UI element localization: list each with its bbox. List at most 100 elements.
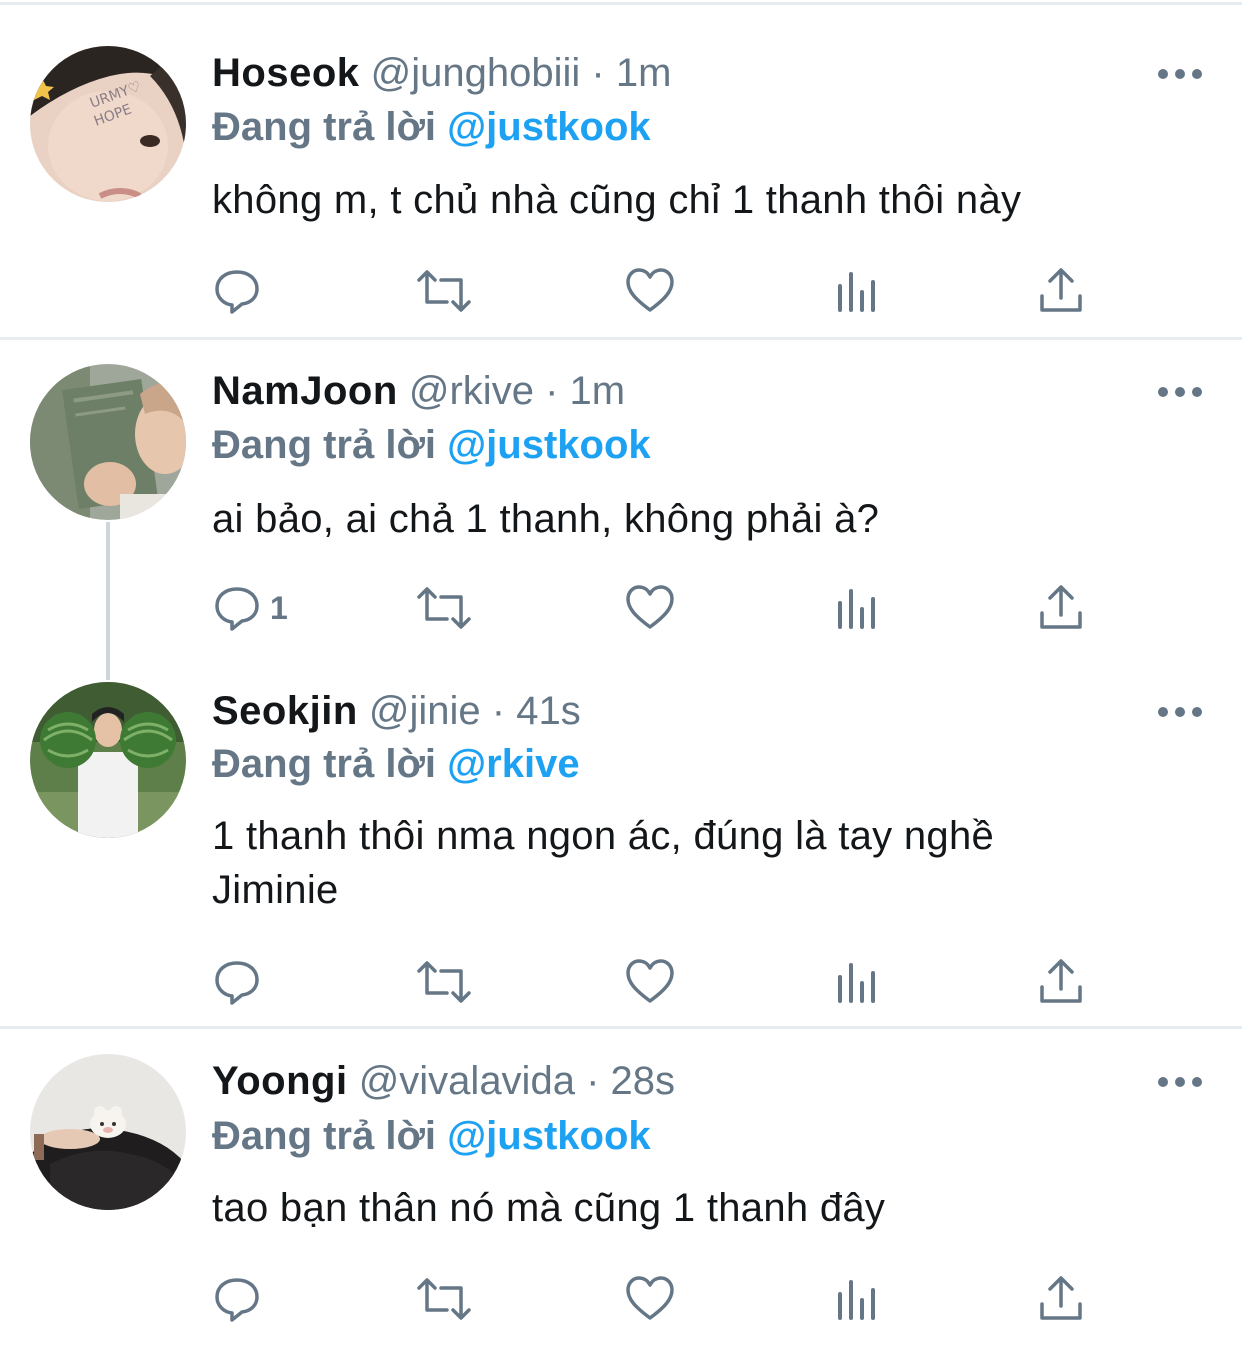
avatar-namjoon[interactable] xyxy=(30,364,186,520)
analytics-button[interactable] xyxy=(832,1274,882,1324)
like-icon xyxy=(626,268,674,312)
user-handle[interactable]: @vivalavida xyxy=(359,1059,575,1103)
analytics-button[interactable] xyxy=(832,266,882,316)
avatar-yoongi-image xyxy=(30,1054,186,1210)
replying-to-label: Đang trả lời xyxy=(212,1114,437,1158)
tweet-header: Yoongi @vivalavida · 28s xyxy=(212,1056,675,1106)
retweet-icon xyxy=(417,587,471,629)
reply-button[interactable] xyxy=(212,957,270,1007)
replying-to-handle[interactable]: @justkook xyxy=(447,423,650,467)
replying-to-label: Đang trả lời xyxy=(212,423,437,467)
like-icon xyxy=(626,585,674,629)
like-icon xyxy=(626,959,674,1003)
timestamp[interactable]: 1m xyxy=(616,51,672,95)
timestamp[interactable]: 28s xyxy=(611,1059,676,1103)
tweet-seokjin[interactable]: Seokjin @jinie · 41s Đang trả lời @rkive… xyxy=(0,680,1242,1026)
reply-icon xyxy=(215,1278,259,1322)
share-button[interactable] xyxy=(1036,957,1086,1007)
separator-dot: · xyxy=(591,51,605,95)
replying-to: Đang trả lời @justkook xyxy=(212,1111,651,1161)
replying-to-label: Đang trả lời xyxy=(212,742,437,786)
tweet-yoongi[interactable]: Yoongi @vivalavida · 28s Đang trả lời @j… xyxy=(0,1029,1242,1346)
share-icon xyxy=(1040,959,1082,1003)
separator-dot: · xyxy=(545,369,559,413)
display-name[interactable]: NamJoon xyxy=(212,369,398,413)
replying-to-handle[interactable]: @justkook xyxy=(447,1114,650,1158)
user-handle[interactable]: @jinie xyxy=(369,689,481,733)
more-icon[interactable] xyxy=(1158,385,1202,399)
retweet-button[interactable] xyxy=(415,1274,473,1324)
replying-to-label: Đang trả lời xyxy=(212,105,437,149)
tweet-namjoon[interactable]: NamJoon @rkive · 1m Đang trả lời @justko… xyxy=(0,340,1242,680)
analytics-icon xyxy=(838,963,875,1003)
timestamp[interactable]: 41s xyxy=(516,689,581,733)
reply-count: 1 xyxy=(270,589,288,626)
action-bar xyxy=(0,266,1242,316)
like-button[interactable] xyxy=(625,266,675,316)
retweet-icon xyxy=(417,270,471,312)
reply-icon xyxy=(215,587,259,631)
reply-button[interactable]: 1 xyxy=(212,583,288,633)
replying-to: Đang trả lời @justkook xyxy=(212,420,651,470)
analytics-icon xyxy=(838,589,875,629)
avatar-seokjin[interactable] xyxy=(30,682,186,838)
replying-to-handle[interactable]: @justkook xyxy=(447,105,650,149)
avatar-seokjin-image xyxy=(30,682,186,838)
tweet-header: Hoseok @junghobiii · 1m xyxy=(212,48,671,98)
retweet-icon xyxy=(417,1278,471,1320)
tweet-text-line: ai bảo, ai chả 1 thanh, không phải à? xyxy=(212,497,880,541)
like-button[interactable] xyxy=(625,583,675,633)
reply-icon xyxy=(215,961,259,1005)
share-button[interactable] xyxy=(1036,1274,1086,1324)
action-bar: 1 xyxy=(0,583,1242,633)
action-bar xyxy=(0,957,1242,1007)
avatar-namjoon-image xyxy=(30,364,186,520)
tweet-text-line: Jiminie xyxy=(212,868,339,912)
tweet-hoseok[interactable]: URMY♡ HOPE Hoseok @junghobiii · 1m Đang … xyxy=(0,0,1242,338)
user-handle[interactable]: @rkive xyxy=(409,369,534,413)
separator-dot: · xyxy=(491,689,506,733)
analytics-icon xyxy=(838,272,875,312)
tweet-text-line: tao bạn thân nó mà cũng 1 thanh đây xyxy=(212,1186,886,1230)
retweet-button[interactable] xyxy=(415,957,473,1007)
tweet-text-line: 1 thanh thôi nma ngon ác, đúng là tay ng… xyxy=(212,814,995,858)
retweet-button[interactable] xyxy=(415,583,473,633)
share-icon xyxy=(1040,268,1082,312)
retweet-icon xyxy=(417,961,471,1003)
tweet-text: tao bạn thân nó mà cũng 1 thanh đây xyxy=(212,1181,1172,1235)
replying-to: Đang trả lời @justkook xyxy=(212,102,651,152)
share-icon xyxy=(1040,1276,1082,1320)
tweet-text-line: không m, t chủ nhà cũng chỉ 1 thanh thôi… xyxy=(212,178,1022,222)
like-icon xyxy=(626,1276,674,1320)
display-name[interactable]: Yoongi xyxy=(212,1059,348,1103)
share-button[interactable] xyxy=(1036,266,1086,316)
replying-to-handle[interactable]: @rkive xyxy=(447,742,579,786)
analytics-button[interactable] xyxy=(832,957,882,1007)
tweet-text: ai bảo, ai chả 1 thanh, không phải à? xyxy=(212,492,1172,546)
avatar-hoseok-image: URMY♡ HOPE xyxy=(30,46,186,202)
tweet-header: Seokjin @jinie · 41s xyxy=(212,686,581,736)
reply-button[interactable] xyxy=(212,1274,270,1324)
analytics-button[interactable] xyxy=(832,583,882,633)
share-button[interactable] xyxy=(1036,583,1086,633)
like-button[interactable] xyxy=(625,957,675,1007)
user-handle[interactable]: @junghobiii xyxy=(371,51,581,95)
avatar-yoongi[interactable] xyxy=(30,1054,186,1210)
replying-to: Đang trả lời @rkive xyxy=(212,739,580,789)
retweet-button[interactable] xyxy=(415,266,473,316)
reply-icon xyxy=(215,270,259,314)
like-button[interactable] xyxy=(625,1274,675,1324)
display-name[interactable]: Hoseok xyxy=(212,51,360,95)
share-icon xyxy=(1040,585,1082,629)
more-icon[interactable] xyxy=(1158,67,1202,81)
more-icon[interactable] xyxy=(1158,705,1202,719)
tweet-text: không m, t chủ nhà cũng chỉ 1 thanh thôi… xyxy=(212,173,1172,227)
reply-button[interactable] xyxy=(212,266,270,316)
more-icon[interactable] xyxy=(1158,1075,1202,1089)
separator-dot: · xyxy=(586,1059,600,1103)
avatar-hoseok[interactable]: URMY♡ HOPE xyxy=(30,46,186,202)
tweet-header: NamJoon @rkive · 1m xyxy=(212,366,625,416)
tweet-text: 1 thanh thôi nma ngon ác, đúng là tay ng… xyxy=(212,809,1172,917)
display-name[interactable]: Seokjin xyxy=(212,689,358,733)
timestamp[interactable]: 1m xyxy=(570,369,626,413)
